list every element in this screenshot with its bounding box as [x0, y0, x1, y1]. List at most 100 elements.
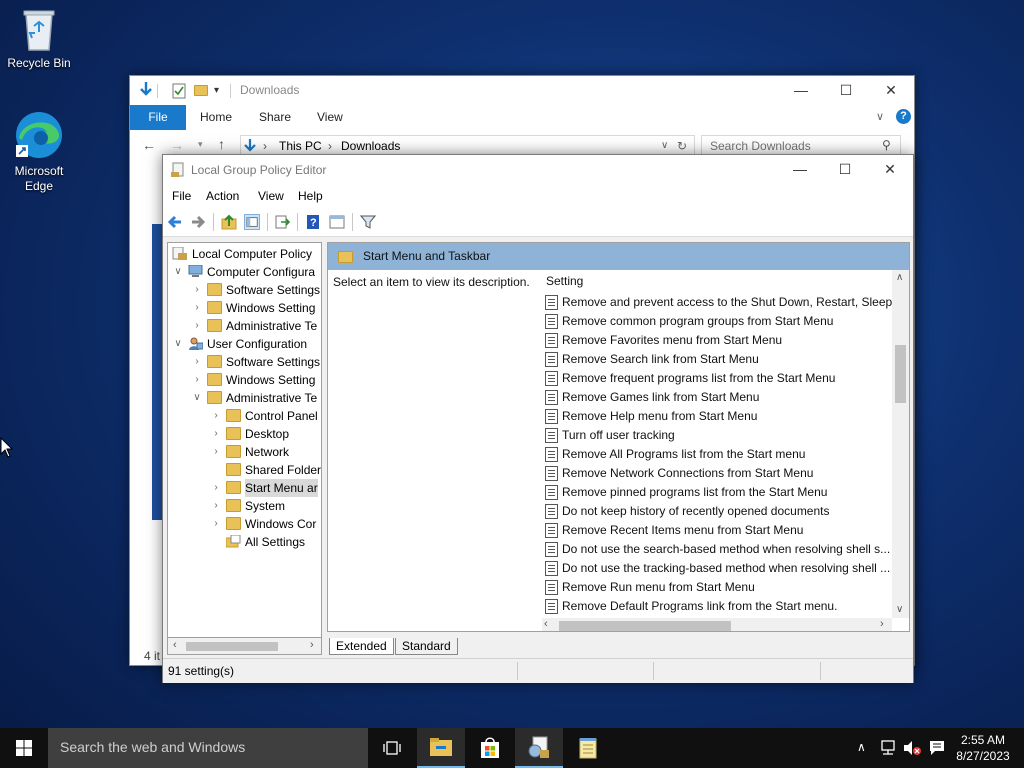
address-dropdown-icon[interactable]: ∨: [661, 140, 668, 151]
ribbon-tab-view[interactable]: View: [317, 105, 343, 130]
setting-row[interactable]: Remove Search link from Start Menu: [545, 350, 893, 369]
ribbon-tab-home[interactable]: Home: [200, 105, 232, 130]
back-arrow-icon[interactable]: ←: [142, 137, 156, 153]
settings-hscroll-thumb[interactable]: [559, 621, 731, 631]
setting-row[interactable]: Remove frequent programs list from the S…: [545, 369, 893, 388]
setting-row[interactable]: Do not use the tracking-based method whe…: [545, 559, 893, 578]
tab-extended[interactable]: Extended: [329, 638, 394, 655]
gpedit-title-bar[interactable]: Local Group Policy Editor — ☐ ✕: [163, 155, 913, 185]
scroll-left-icon[interactable]: ‹: [544, 618, 548, 630]
collapsed-chevron-icon[interactable]: ›: [210, 497, 222, 515]
setting-row[interactable]: Do not use the search-based method when …: [545, 540, 893, 559]
policy-tree[interactable]: Local Computer Policy ∨ Computer Configu…: [167, 242, 322, 638]
scroll-right-icon[interactable]: ›: [880, 618, 884, 630]
collapsed-chevron-icon[interactable]: ›: [210, 407, 222, 425]
setting-row[interactable]: Remove and prevent access to the Shut Do…: [545, 293, 893, 312]
breadcrumb-this-pc[interactable]: This PC: [279, 139, 322, 153]
menu-view[interactable]: View: [258, 189, 284, 203]
setting-row[interactable]: Remove Network Connections from Start Me…: [545, 464, 893, 483]
action-center-icon[interactable]: [929, 740, 945, 756]
expanded-chevron-icon[interactable]: ∨: [172, 263, 184, 281]
properties-icon[interactable]: [172, 83, 186, 99]
menu-help[interactable]: Help: [298, 189, 323, 203]
taskbar-store[interactable]: [466, 728, 514, 768]
filter-icon[interactable]: [360, 214, 376, 230]
setting-row[interactable]: Remove Help menu from Start Menu: [545, 407, 893, 426]
explorer-minimize-button[interactable]: —: [778, 76, 824, 105]
desktop-icon-edge[interactable]: Microsoft Edge: [1, 110, 77, 194]
explorer-title-bar[interactable]: ▾ Downloads — ☐ ✕: [130, 76, 914, 105]
collapsed-chevron-icon[interactable]: ›: [210, 425, 222, 443]
ribbon-tab-share[interactable]: Share: [259, 105, 291, 130]
network-icon[interactable]: [880, 740, 896, 756]
collapsed-chevron-icon[interactable]: ›: [210, 443, 222, 461]
settings-vertical-scrollbar[interactable]: ∧ ∨: [892, 270, 909, 618]
setting-row[interactable]: Remove All Programs list from the Start …: [545, 445, 893, 464]
column-header-setting[interactable]: Setting: [546, 274, 583, 288]
expanded-chevron-icon[interactable]: ∨: [172, 335, 184, 353]
desktop-icon-recycle-bin[interactable]: Recycle Bin: [1, 8, 77, 71]
scroll-down-icon[interactable]: ∨: [896, 604, 903, 615]
show-hide-tree-icon[interactable]: [244, 214, 260, 230]
collapsed-chevron-icon[interactable]: ›: [191, 299, 203, 317]
export-list-icon[interactable]: [274, 214, 290, 230]
scroll-up-icon[interactable]: ∧: [896, 272, 903, 283]
setting-row[interactable]: Turn off user tracking: [545, 426, 893, 445]
ribbon-tab-file[interactable]: File: [130, 105, 186, 130]
tab-standard[interactable]: Standard: [395, 638, 458, 655]
setting-row[interactable]: Remove pinned programs list from the Sta…: [545, 483, 893, 502]
gpedit-maximize-button[interactable]: ☐: [822, 155, 868, 184]
setting-row[interactable]: Remove Recent Items menu from Start Menu: [545, 521, 893, 540]
scroll-right-icon[interactable]: ›: [310, 639, 314, 651]
up-one-level-icon[interactable]: [221, 214, 237, 230]
collapsed-chevron-icon[interactable]: ›: [210, 515, 222, 533]
gpedit-window[interactable]: Local Group Policy Editor — ☐ ✕ File Act…: [162, 154, 914, 683]
show-hidden-icons-button[interactable]: ∧: [857, 740, 866, 754]
collapsed-chevron-icon[interactable]: ›: [191, 281, 203, 299]
taskbar-notepad[interactable]: [564, 728, 612, 768]
explorer-close-button[interactable]: ✕: [868, 76, 914, 105]
quick-access-dropdown-icon[interactable]: ▾: [214, 85, 219, 96]
back-icon[interactable]: [167, 214, 183, 230]
gpedit-close-button[interactable]: ✕: [867, 155, 913, 184]
taskbar-group-policy-editor[interactable]: [515, 728, 563, 768]
tree-hscroll-thumb[interactable]: [186, 642, 278, 651]
settings-horizontal-scrollbar[interactable]: ‹ ›: [542, 618, 892, 631]
scroll-left-icon[interactable]: ‹: [173, 639, 177, 651]
collapsed-chevron-icon[interactable]: ›: [191, 353, 203, 371]
explorer-maximize-button[interactable]: ☐: [823, 76, 869, 105]
taskbar-search-input[interactable]: Search the web and Windows: [48, 728, 368, 768]
forward-icon[interactable]: [190, 214, 206, 230]
setting-row[interactable]: Do not keep history of recently opened d…: [545, 502, 893, 521]
collapsed-chevron-icon[interactable]: ›: [191, 371, 203, 389]
up-arrow-icon[interactable]: ↑: [218, 136, 225, 152]
help-icon[interactable]: ?: [896, 109, 911, 124]
setting-row[interactable]: Remove Run menu from Start Menu: [545, 578, 893, 597]
taskbar-clock[interactable]: 2:55 AM 8/27/2023: [950, 732, 1016, 764]
explorer-status: 4 it: [144, 649, 161, 663]
new-folder-icon[interactable]: [194, 85, 208, 96]
properties-pane-icon[interactable]: [329, 214, 345, 230]
task-view-button[interactable]: [368, 728, 416, 768]
collapsed-chevron-icon[interactable]: ›: [191, 317, 203, 335]
collapsed-chevron-icon[interactable]: ›: [210, 479, 222, 497]
refresh-icon[interactable]: ↻: [677, 139, 687, 153]
setting-row[interactable]: Remove Games link from Start Menu: [545, 388, 893, 407]
recent-locations-icon[interactable]: ▾: [198, 139, 203, 150]
menu-file[interactable]: File: [172, 189, 191, 203]
tree-horizontal-scrollbar[interactable]: ‹ ›: [167, 638, 322, 655]
volume-muted-icon[interactable]: [903, 740, 921, 756]
help-book-icon[interactable]: ?: [305, 214, 321, 230]
forward-arrow-icon[interactable]: →: [170, 137, 184, 153]
taskbar-file-explorer[interactable]: [417, 728, 465, 768]
setting-row[interactable]: Remove Default Programs link from the St…: [545, 597, 893, 616]
setting-row[interactable]: Remove Favorites menu from Start Menu: [545, 331, 893, 350]
start-button[interactable]: [0, 728, 48, 768]
breadcrumb-downloads[interactable]: Downloads: [341, 139, 400, 153]
gpedit-minimize-button[interactable]: —: [777, 155, 823, 184]
expanded-chevron-icon[interactable]: ∨: [191, 389, 203, 407]
menu-action[interactable]: Action: [206, 189, 239, 203]
settings-vscroll-thumb[interactable]: [895, 345, 906, 403]
setting-row[interactable]: Remove common program groups from Start …: [545, 312, 893, 331]
ribbon-expand-icon[interactable]: ∨: [876, 110, 884, 123]
